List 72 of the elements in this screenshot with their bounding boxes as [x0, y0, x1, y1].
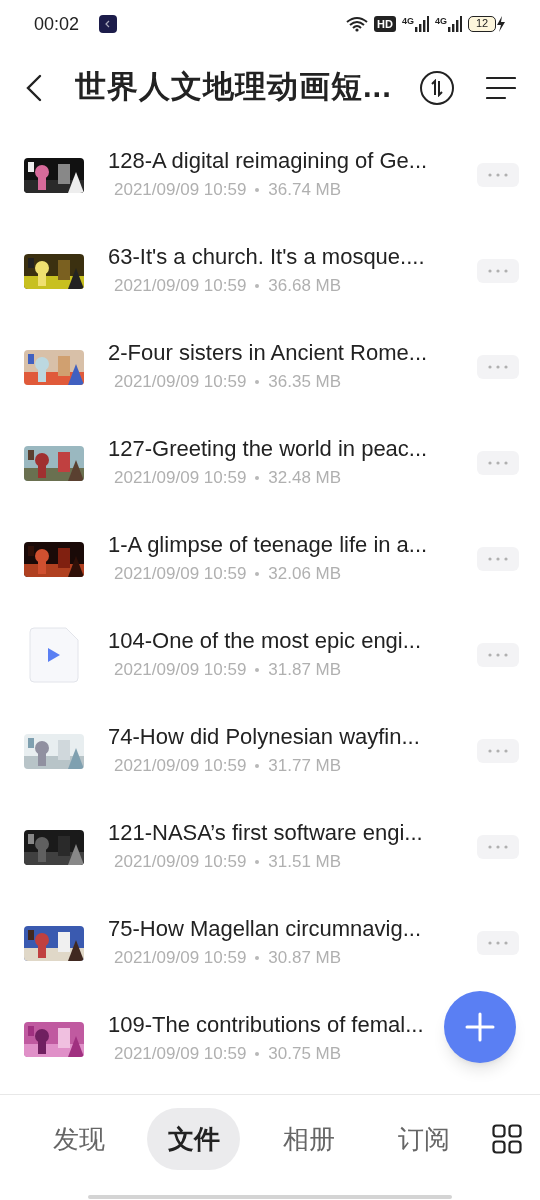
- more-button[interactable]: [477, 259, 519, 283]
- file-name[interactable]: 63-It's a church. It's a mosque....: [108, 243, 425, 272]
- file-name[interactable]: 104-One of the most epic engi...: [108, 627, 422, 656]
- more-icon: [488, 173, 508, 177]
- signal-icon: [415, 16, 429, 32]
- file-size: 36.35 MB: [268, 371, 342, 394]
- more-icon: [488, 557, 508, 561]
- more-button[interactable]: [477, 451, 519, 475]
- more-button[interactable]: [477, 931, 519, 955]
- more-icon: [488, 749, 508, 753]
- more-button[interactable]: [477, 835, 519, 859]
- file-date: 2021/09/09 10:59: [114, 947, 247, 970]
- network-label: 4G: [435, 16, 447, 26]
- hd-badge: HD: [374, 16, 396, 32]
- file-date: 2021/09/09 10:59: [114, 1043, 247, 1066]
- file-date: 2021/09/09 10:59: [114, 371, 247, 394]
- wifi-icon: [346, 16, 369, 32]
- more-icon: [488, 461, 508, 465]
- file-name[interactable]: 1-A glimpse of teenage life in a...: [108, 531, 428, 560]
- file-name[interactable]: 74-How did Polynesian wayfin...: [108, 723, 420, 752]
- more-icon: [488, 653, 508, 657]
- clock: 00:02: [34, 12, 80, 36]
- sort-button[interactable]: [420, 70, 454, 105]
- grid-icon: [492, 1124, 522, 1154]
- more-button[interactable]: [477, 739, 519, 763]
- file-size: 31.77 MB: [268, 755, 342, 778]
- menu-icon: [486, 75, 516, 100]
- app-icon: [99, 15, 118, 33]
- video-file-icon: [29, 627, 79, 683]
- plus-icon: [465, 1012, 495, 1042]
- nav-tab[interactable]: 文件: [147, 1108, 240, 1170]
- nav-tab[interactable]: 订阅: [377, 1108, 470, 1170]
- file-date: 2021/09/09 10:59: [114, 563, 247, 586]
- file-date: 2021/09/09 10:59: [114, 659, 247, 682]
- network-label: 4G: [401, 16, 414, 26]
- file-name[interactable]: 128-A digital reimagining of Ge...: [108, 147, 428, 176]
- grid-button[interactable]: [492, 1124, 522, 1154]
- file-date: 2021/09/09 10:59: [114, 755, 247, 778]
- more-button[interactable]: [477, 643, 519, 667]
- more-icon: [488, 845, 508, 849]
- more-button[interactable]: [477, 547, 519, 571]
- sort-icon: [429, 78, 445, 97]
- file-size: 30.75 MB: [268, 1043, 342, 1066]
- file-size: 30.87 MB: [268, 947, 342, 970]
- more-icon: [488, 365, 508, 369]
- file-date: 2021/09/09 10:59: [114, 275, 247, 298]
- nav-tab[interactable]: 发现: [32, 1108, 125, 1170]
- file-size: 36.74 MB: [268, 179, 342, 202]
- file-name[interactable]: 109-The contributions of femal...: [108, 1011, 424, 1040]
- menu-button[interactable]: [486, 75, 516, 100]
- back-icon: [26, 73, 42, 102]
- more-icon: [488, 269, 508, 273]
- file-name[interactable]: 121-NASA’s first software engi...: [108, 819, 423, 848]
- signal-icon: [448, 16, 462, 32]
- more-icon: [488, 941, 508, 945]
- file-name[interactable]: 75-How Magellan circumnavig...: [108, 915, 422, 944]
- more-button[interactable]: [477, 355, 519, 379]
- file-size: 32.06 MB: [268, 563, 342, 586]
- more-button[interactable]: [477, 163, 519, 187]
- folder-title: 世界人文地理动画短...: [75, 68, 392, 107]
- file-size: 31.87 MB: [268, 659, 342, 682]
- file-size: 36.68 MB: [268, 275, 342, 298]
- file-name[interactable]: 127-Greeting the world in peac...: [108, 435, 428, 464]
- file-date: 2021/09/09 10:59: [114, 179, 247, 202]
- file-size: 31.51 MB: [268, 851, 342, 874]
- nav-tab[interactable]: 相册: [262, 1108, 355, 1170]
- file-date: 2021/09/09 10:59: [114, 851, 247, 874]
- file-date: 2021/09/09 10:59: [114, 467, 247, 490]
- add-button[interactable]: [444, 991, 516, 1063]
- battery-indicator: 12: [468, 16, 496, 32]
- file-name[interactable]: 2-Four sisters in Ancient Rome...: [108, 339, 428, 368]
- file-size: 32.48 MB: [268, 467, 342, 490]
